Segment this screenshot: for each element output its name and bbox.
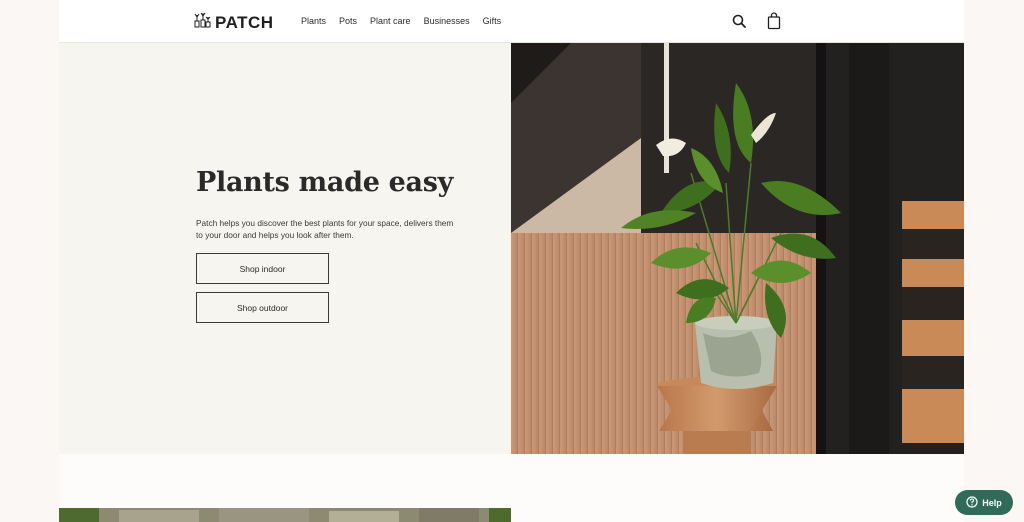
page-container: PATCH Plants Pots Plant care Businesses … [59,0,964,522]
search-button[interactable] [731,13,747,29]
nav-item-plant-care[interactable]: Plant care [370,16,411,26]
section-image-preview [59,508,511,522]
shop-outdoor-button[interactable]: Shop outdoor [196,292,329,323]
top-navigation-bar: PATCH Plants Pots Plant care Businesses … [59,0,964,43]
shop-indoor-button[interactable]: Shop indoor [196,253,329,284]
search-icon [731,14,747,33]
hero-description: Patch helps you discover the best plants… [196,218,454,240]
logo[interactable]: PATCH [193,12,274,33]
hero-plant-image [511,43,964,454]
help-button[interactable]: Help [955,490,1013,515]
hero-title: Plants made easy [196,167,454,198]
logo-text: PATCH [215,12,274,32]
basket-button[interactable] [766,12,782,30]
hero-text-panel: Plants made easy Patch helps you discove… [59,43,511,454]
main-nav: Plants Pots Plant care Businesses Gifts [301,16,501,26]
nav-item-gifts[interactable]: Gifts [483,16,502,26]
bag-icon [766,12,782,34]
nav-item-plants[interactable]: Plants [301,16,326,26]
plant-logo-icon [193,12,211,33]
nav-item-pots[interactable]: Pots [339,16,357,26]
nav-item-businesses[interactable]: Businesses [424,16,470,26]
help-label: Help [982,497,1002,508]
help-circle-icon [966,495,978,510]
